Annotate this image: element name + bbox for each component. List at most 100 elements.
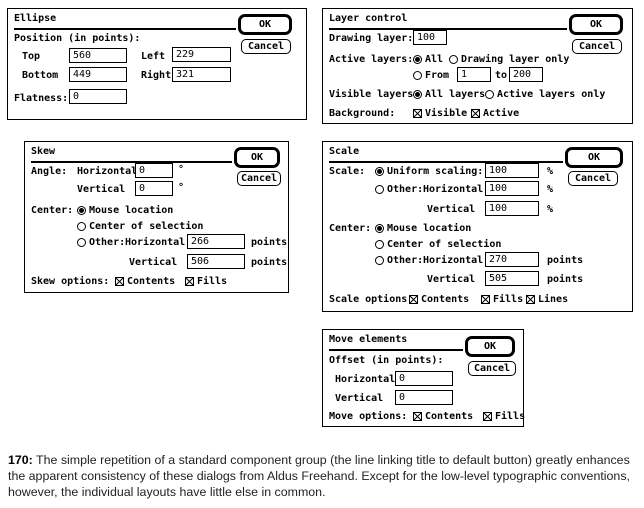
radio-other-center[interactable] — [375, 256, 384, 265]
dialog-title: Move elements — [329, 334, 408, 345]
other-vertical-field[interactable]: 506 — [187, 254, 245, 269]
active-layers-label: Active layers: — [329, 54, 414, 65]
checkbox-contents[interactable] — [413, 412, 422, 421]
ok-button[interactable]: OK — [565, 147, 623, 168]
percent-sign: % — [547, 184, 554, 195]
angle-horizontal-field[interactable]: 0 — [135, 163, 173, 178]
flatness-field[interactable]: 0 — [69, 89, 127, 104]
top-field[interactable]: 560 — [69, 48, 127, 63]
other-horizontal-label: Horizontal — [423, 255, 484, 266]
radio-center-of-selection[interactable] — [375, 240, 384, 249]
horizontal-label: Horizontal — [77, 166, 138, 177]
degree-symbol: ° — [178, 164, 185, 175]
bottom-field[interactable]: 449 — [69, 67, 127, 82]
percent-sign: % — [547, 204, 554, 215]
skew-dialog: Skew OK Cancel Angle: Horizontal 0 ° Ver… — [24, 141, 289, 293]
radio-from[interactable] — [413, 71, 422, 80]
ok-button[interactable]: OK — [569, 14, 623, 35]
checkbox-fills[interactable] — [481, 295, 490, 304]
cancel-button[interactable]: Cancel — [241, 39, 291, 54]
cancel-button[interactable]: Cancel — [568, 171, 618, 186]
figure-caption: 170: The simple repetition of a standard… — [8, 452, 638, 500]
ok-button[interactable]: OK — [234, 147, 280, 168]
points-label: points — [251, 257, 288, 268]
drawing-layer-field[interactable]: 100 — [413, 30, 447, 45]
left-field[interactable]: 229 — [172, 47, 231, 62]
radio-active-layers-only[interactable] — [485, 90, 494, 99]
uniform-scaling-field[interactable]: 100 — [485, 163, 539, 178]
radio-center-of-selection[interactable] — [77, 222, 86, 231]
radio-other-scale[interactable] — [375, 185, 384, 194]
offset-label: Offset (in points): — [329, 355, 444, 366]
right-label: Right — [141, 70, 172, 81]
cancel-button[interactable]: Cancel — [237, 171, 281, 186]
visible-layers-label: Visible layers: — [329, 89, 420, 100]
layer-control-dialog: Layer control OK Cancel Drawing layer: 1… — [322, 8, 633, 124]
radio-drawing-layer-only[interactable] — [449, 55, 458, 64]
cancel-button[interactable]: Cancel — [572, 39, 622, 54]
bottom-label: Bottom — [22, 70, 59, 81]
from-field[interactable]: 1 — [457, 67, 491, 82]
move-elements-dialog: Move elements OK Cancel Offset (in point… — [322, 329, 525, 427]
scale-horizontal-field[interactable]: 100 — [485, 181, 539, 196]
checkbox-fills[interactable] — [185, 277, 194, 286]
fills-label: Fills — [197, 276, 228, 287]
checkbox-contents[interactable] — [115, 277, 124, 286]
all-layers-label: All layers — [425, 89, 486, 100]
radio-mouse-location[interactable] — [77, 206, 86, 215]
skew-options-label: Skew options: — [31, 276, 110, 287]
center-label: Center: — [31, 205, 74, 216]
radio-other[interactable] — [77, 238, 86, 247]
angle-vertical-field[interactable]: 0 — [135, 181, 173, 196]
horizontal-label: Horizontal — [423, 184, 484, 195]
title-line — [31, 161, 232, 163]
checkbox-visible[interactable] — [413, 109, 422, 118]
angle-label: Angle: — [31, 166, 68, 177]
vertical-label: Vertical — [77, 184, 126, 195]
ok-button[interactable]: OK — [465, 336, 515, 357]
checkbox-active[interactable] — [471, 109, 480, 118]
top-label: Top — [22, 51, 41, 62]
title-line — [329, 349, 463, 351]
drawing-layer-label: Drawing layer: — [329, 33, 414, 44]
title-line — [329, 28, 567, 30]
ok-button[interactable]: OK — [238, 14, 292, 35]
center-selection-label: Center of selection — [89, 221, 204, 232]
right-field[interactable]: 321 — [172, 67, 231, 82]
radio-all-layers[interactable] — [413, 90, 422, 99]
other-horizontal-field[interactable]: 266 — [187, 234, 245, 249]
offset-vertical-field[interactable]: 0 — [395, 390, 453, 405]
mouse-location-label: Mouse location — [387, 223, 472, 234]
position-label: Position (in points): — [14, 33, 141, 44]
cancel-button[interactable]: Cancel — [468, 361, 516, 376]
caption-text: The simple repetition of a standard comp… — [8, 453, 630, 499]
scale-dialog: Scale OK Cancel Scale: Uniform scaling: … — [322, 141, 633, 312]
center-vertical-field[interactable]: 505 — [485, 271, 539, 286]
radio-mouse-location[interactable] — [375, 224, 384, 233]
from-label: From — [425, 70, 450, 81]
contents-label: Contents — [421, 294, 470, 305]
fills-label: Fills — [493, 294, 524, 305]
active-label: Active — [483, 108, 520, 119]
to-field[interactable]: 200 — [509, 67, 543, 82]
checkbox-lines[interactable] — [526, 295, 535, 304]
points-label: points — [547, 274, 584, 285]
degree-symbol: ° — [178, 182, 185, 193]
checkbox-contents[interactable] — [409, 295, 418, 304]
scale-label: Scale: — [329, 166, 366, 177]
title-line — [14, 28, 236, 30]
radio-uniform-scaling[interactable] — [375, 167, 384, 176]
contents-label: Contents — [127, 276, 176, 287]
vertical-label: Vertical — [427, 204, 476, 215]
radio-all[interactable] — [413, 55, 422, 64]
visible-label: Visible — [425, 108, 468, 119]
checkbox-fills[interactable] — [483, 412, 492, 421]
center-horizontal-field[interactable]: 270 — [485, 252, 539, 267]
scale-vertical-field[interactable]: 100 — [485, 201, 539, 216]
offset-horizontal-field[interactable]: 0 — [395, 371, 453, 386]
contents-label: Contents — [425, 411, 474, 422]
horizontal-label: Horizontal — [335, 374, 396, 385]
dialog-title: Layer control — [329, 13, 408, 24]
active-layers-only-label: Active layers only — [497, 89, 606, 100]
radio-all-label: All — [425, 54, 444, 65]
